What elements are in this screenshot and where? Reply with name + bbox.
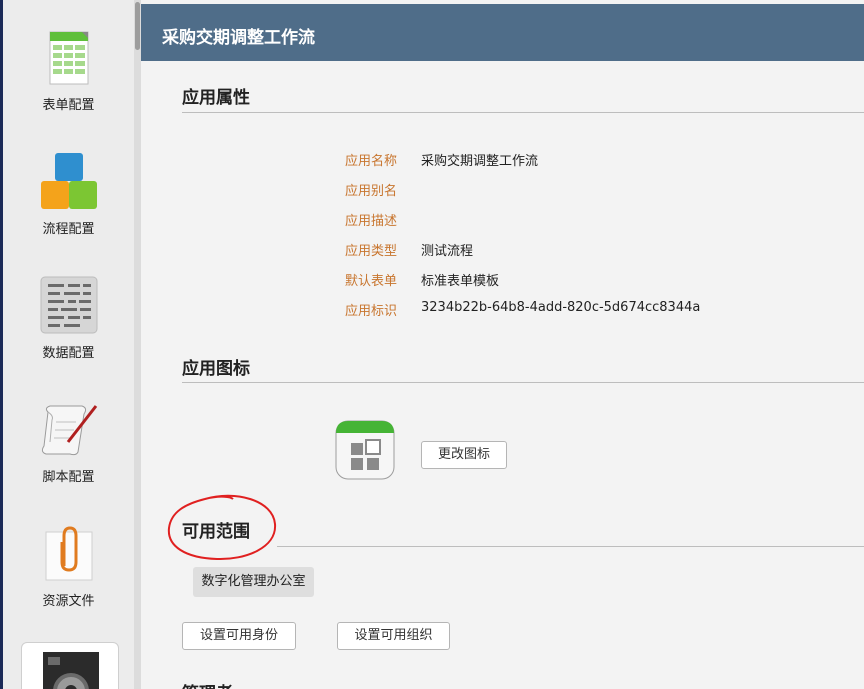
change-icon-button[interactable]: 更改图标 (421, 441, 507, 469)
sidebar-item-label: 表单配置 (42, 98, 95, 113)
prop-value-default-form: 标准表单模板 (421, 274, 500, 289)
sidebar-item-label: 资源文件 (42, 594, 95, 609)
app-grid-icon (335, 420, 395, 480)
app-window: 表单配置 流程配置 数据配置 脚本配置 资源文件 采购交期调整工作流 应用属性 … (0, 0, 864, 689)
process-blocks-icon (41, 153, 97, 209)
main-panel: 采购交期调整工作流 应用属性 应用名称 采购交期调整工作流 应用别名 应用描述 … (141, 0, 864, 689)
script-scroll-icon (41, 405, 98, 456)
prop-label-name: 应用名称 (345, 154, 398, 169)
section-title-admin: 管理者 (182, 679, 233, 689)
settings-gear-icon (43, 652, 99, 689)
sidebar-scrollbar-thumb[interactable] (135, 2, 140, 50)
set-organization-button[interactable]: 设置可用组织 (337, 622, 450, 650)
sidebar-item-script-config[interactable]: 脚本配置 (3, 372, 134, 490)
sidebar-item-label: 数据配置 (42, 346, 95, 361)
section-title-scope: 可用范围 (182, 522, 250, 542)
page-title: 采购交期调整工作流 (162, 28, 315, 48)
section-divider (277, 546, 864, 547)
sidebar-item-data-config[interactable]: 数据配置 (3, 248, 134, 366)
prop-label-default-form: 默认表单 (345, 274, 398, 289)
form-table-icon (49, 31, 89, 85)
paperclip-icon (45, 526, 93, 581)
prop-label-alias: 应用别名 (345, 184, 398, 199)
prop-value-type: 测试流程 (421, 244, 474, 259)
sidebar-item-form-config[interactable]: 表单配置 (3, 0, 134, 118)
prop-value-identifier: 3234b22b-64b8-4add-820c-5d674cc8344a (421, 300, 701, 315)
section-title-icon: 应用图标 (182, 359, 250, 379)
section-divider (182, 112, 864, 113)
sidebar-item-app-settings[interactable] (21, 642, 119, 689)
title-bar: 采购交期调整工作流 (141, 4, 864, 61)
sidebar: 表单配置 流程配置 数据配置 脚本配置 资源文件 (3, 0, 134, 689)
prop-label-identifier: 应用标识 (345, 304, 398, 319)
prop-label-type: 应用类型 (345, 244, 398, 259)
prop-value-name: 采购交期调整工作流 (421, 154, 539, 169)
set-identity-button[interactable]: 设置可用身份 (182, 622, 296, 650)
scope-tag[interactable]: 数字化管理办公室 (193, 567, 314, 597)
sidebar-item-label: 流程配置 (42, 222, 95, 237)
section-divider (182, 382, 864, 383)
sidebar-item-resource-files[interactable]: 资源文件 (3, 496, 134, 614)
data-grid-icon (40, 276, 98, 334)
section-title-properties: 应用属性 (182, 88, 250, 108)
prop-label-description: 应用描述 (345, 214, 398, 229)
sidebar-item-process-config[interactable]: 流程配置 (3, 124, 134, 242)
sidebar-item-label: 脚本配置 (42, 470, 95, 485)
sidebar-scrollbar[interactable] (134, 0, 141, 689)
